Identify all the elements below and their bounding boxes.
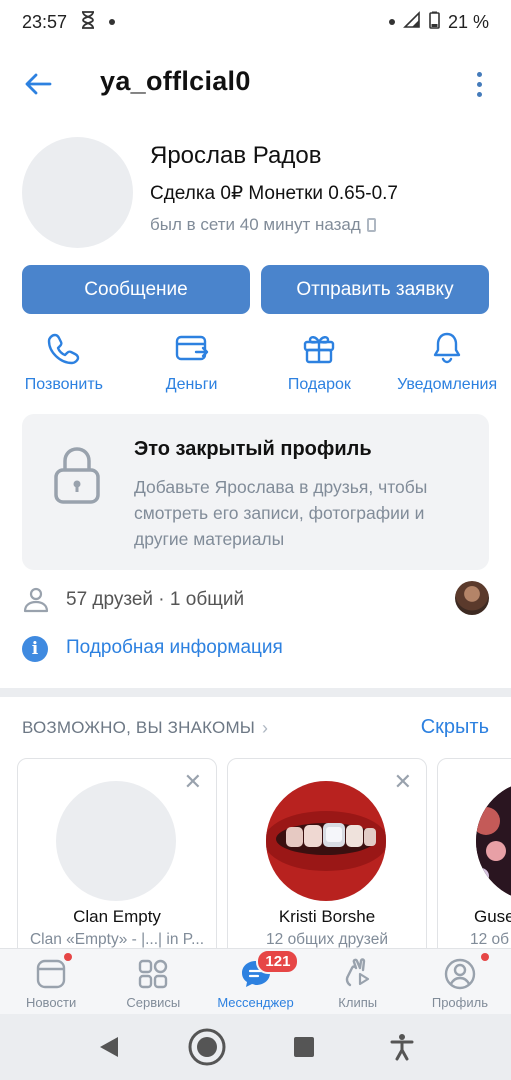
money-label: Деньги <box>165 376 218 393</box>
money-action[interactable]: Деньги <box>128 330 256 406</box>
add-friend-button[interactable]: Отправить заявку <box>261 265 489 314</box>
avatar-photo <box>476 781 511 901</box>
tab-clips-label: Клипы <box>338 995 378 1010</box>
primary-actions: Сообщение Отправить заявку <box>22 265 489 314</box>
avatar-photo <box>266 781 386 901</box>
more-menu-button[interactable] <box>465 66 493 102</box>
detailed-info-label: Подробная информация <box>66 637 283 658</box>
suggestion-card[interactable]: Guse 12 об <box>437 758 511 948</box>
status-bar: 23:57 21 % <box>0 0 511 44</box>
call-label: Позвонить <box>24 376 103 393</box>
lock-icon <box>54 447 100 504</box>
avatar[interactable] <box>22 137 133 248</box>
gift-label: Подарок <box>287 376 351 393</box>
services-icon <box>139 959 168 989</box>
phone-icon <box>47 333 80 365</box>
call-action[interactable]: Позвонить <box>0 330 128 406</box>
unread-dot <box>480 953 489 961</box>
unread-dot <box>64 953 72 961</box>
tab-clips[interactable]: Клипы <box>307 949 409 1014</box>
close-icon[interactable]: ✕ <box>394 771 412 793</box>
suggestions-header: ВОЗМОЖНО, ВЫ ЗНАКОМЫ › Скрыть <box>0 710 511 746</box>
square-recents-icon <box>294 1037 315 1057</box>
notification-dot-icon <box>388 19 395 25</box>
mutual-friend-avatar[interactable] <box>455 581 489 615</box>
profile-name: Ярослав Радов <box>150 142 322 169</box>
suggestion-subtitle: Clan «Empty» - |...| in P... <box>29 931 205 948</box>
closed-profile-description: Добавьте Ярослава в друзья, чтобы смотре… <box>134 477 428 549</box>
tab-news[interactable]: Новости <box>0 949 102 1014</box>
triangle-back-icon <box>99 1037 118 1057</box>
bell-icon <box>433 332 461 364</box>
news-icon <box>36 959 66 989</box>
tab-services-label: Сервисы <box>126 995 181 1010</box>
friends-count: 57 друзей · 1 общий <box>66 589 245 610</box>
arrow-left-icon <box>25 73 52 95</box>
tab-profile[interactable]: Профиль <box>409 949 511 1014</box>
notifications-label: Уведомления <box>397 376 498 393</box>
info-icon: i <box>22 636 48 662</box>
profile-status: Сделка 0₽ Монетки 0.65-0.7 <box>150 183 399 204</box>
suggestion-name: Kristi Borshe <box>278 907 376 926</box>
dot-icon <box>476 81 482 87</box>
nav-recents-button[interactable] <box>279 1022 329 1072</box>
gift-action[interactable]: Подарок <box>256 330 384 406</box>
gift-icon <box>304 336 335 364</box>
chevron-right-icon: › <box>262 718 268 738</box>
tab-messenger[interactable]: 121 Мессенджер <box>204 949 306 1014</box>
tab-profile-label: Профиль <box>431 995 488 1010</box>
avatar <box>266 781 386 901</box>
system-navigation-bar <box>0 1014 511 1080</box>
notification-dot-icon <box>109 19 116 25</box>
battery-icon <box>429 11 440 34</box>
profile-header: Ярослав Радов Сделка 0₽ Монетки 0.65-0.7… <box>0 136 511 252</box>
avatar <box>56 781 176 901</box>
notifications-action[interactable]: Уведомления <box>383 330 511 406</box>
back-button[interactable] <box>20 66 56 102</box>
suggestion-name: Clan Empty <box>73 907 161 926</box>
nav-back-button[interactable] <box>84 1022 134 1072</box>
tab-news-label: Новости <box>25 995 77 1010</box>
top-bar: ya_offlcial0 <box>0 52 511 114</box>
message-button[interactable]: Сообщение <box>22 265 250 314</box>
profile-icon <box>444 958 476 990</box>
detailed-info-link[interactable]: i Подробная информация <box>0 628 511 668</box>
page-title: ya_offlcial0 <box>100 66 251 96</box>
suggestions-title[interactable]: ВОЗМОЖНО, ВЫ ЗНАКОМЫ <box>22 718 255 738</box>
suggestion-card[interactable]: ✕ Kristi Borshe 12 общих друзей <box>227 758 427 948</box>
tab-messenger-label: Мессенджер <box>217 995 294 1010</box>
unread-badge: 121 <box>256 949 300 974</box>
nav-home-button[interactable] <box>182 1022 232 1072</box>
suggestions-carousel: ✕ Clan Empty Clan «Empty» - |...| in P..… <box>0 758 511 948</box>
dot-icon <box>476 71 482 77</box>
suggestion-name: Guse <box>474 907 511 926</box>
money-card-icon <box>175 335 208 361</box>
hide-suggestions-button[interactable]: Скрыть <box>421 716 489 739</box>
close-icon[interactable]: ✕ <box>184 771 202 793</box>
accessibility-icon <box>390 1034 414 1061</box>
action-row: Позвонить Деньги Подарок Уведомления <box>0 330 511 406</box>
clips-icon <box>345 958 369 987</box>
last-seen-text: был в сети 40 минут назад <box>150 215 361 234</box>
friends-row[interactable]: 57 друзей · 1 общий <box>0 578 511 622</box>
suggestion-subtitle: 12 об <box>470 931 510 948</box>
person-icon <box>23 587 49 613</box>
mobile-device-icon <box>366 218 376 232</box>
dot-icon <box>476 91 482 97</box>
closed-profile-title: Это закрытый профиль <box>134 438 372 460</box>
status-time: 23:57 <box>22 11 68 32</box>
circle-home-icon <box>188 1028 226 1066</box>
avatar <box>476 781 511 901</box>
accessibility-button[interactable] <box>377 1022 427 1072</box>
signal-icon <box>403 10 421 34</box>
tab-services[interactable]: Сервисы <box>102 949 204 1014</box>
suggestion-subtitle: 12 общих друзей <box>266 931 388 948</box>
section-divider <box>0 688 511 697</box>
last-seen: был в сети 40 минут назад <box>150 215 376 235</box>
bottom-tab-bar: Новости Сервисы 121 Мессенджер Клипы Про… <box>0 948 511 1014</box>
suggestion-card[interactable]: ✕ Clan Empty Clan «Empty» - |...| in P..… <box>17 758 217 948</box>
battery-percent: 21 % <box>447 11 489 32</box>
closed-profile-card: Это закрытый профиль Добавьте Ярослава в… <box>22 414 489 570</box>
hourglass-icon <box>81 10 95 34</box>
